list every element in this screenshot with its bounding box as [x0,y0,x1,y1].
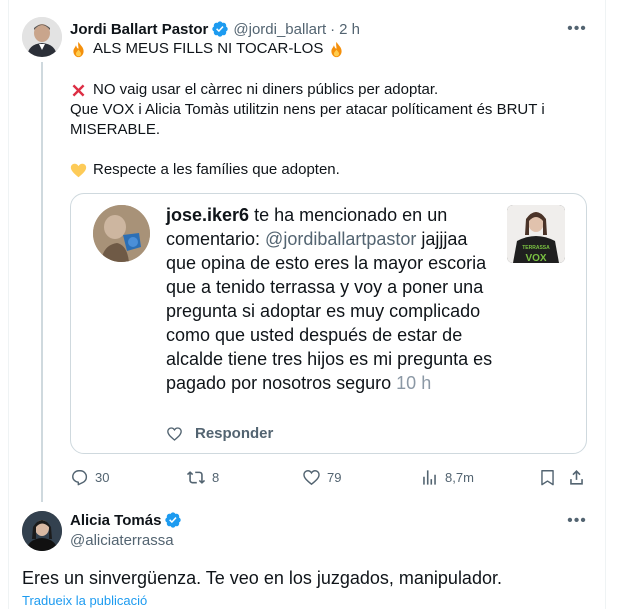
reply-text: Eres un sinvergüenza. Te veo en los juzg… [22,568,502,588]
fire-icon [73,41,84,57]
tweet-text: Que VOX i Alicia Tomàs utilitzin nens pe… [70,101,545,118]
tweet-text: Respecte a les famílies que adopten. [93,161,340,178]
verified-badge-icon [212,21,229,37]
tweet-headline: ALS MEUS FILLS NI TOCAR-LOS [93,40,324,57]
retweet-count: 8 [212,469,220,485]
tweet-line-4: MISERABLE. [70,120,160,140]
reply-avatar[interactable] [22,511,62,551]
verified-badge-icon [165,512,182,528]
views-button[interactable]: 8,7m [420,466,474,488]
quoted-thumbnail[interactable]: TERRASSA VOX [507,205,565,263]
views-count: 8,7m [445,469,474,485]
retweet-icon [186,470,206,484]
retweet-button[interactable]: 8 [186,466,219,488]
reply-count: 30 [95,469,110,485]
tweet-text: NO vaig usar el càrrec ni diners públics… [93,81,439,98]
reply-header: Alicia Tomás [70,511,186,529]
tweet-line-5: Respecte a les famílies que adopten. [70,160,340,180]
quoted-body: jajjjaa que opina de esto eres la mayor … [166,229,493,393]
views-chart-icon [423,469,436,485]
tweet-header: Jordi Ballart Pastor @jordi_ballart · 2 … [70,19,360,39]
respond-label: Responder [195,425,274,442]
reply-author-name[interactable]: Alicia Tomás [70,512,161,529]
author-handle[interactable]: @jordi_ballart [233,21,326,38]
like-count: 79 [327,469,342,485]
more-options-icon[interactable]: ••• [567,19,587,39]
quoted-text: jose.iker6 te ha mencionado en un coment… [166,203,496,395]
share-icon [570,469,583,485]
fire-icon [331,41,342,57]
respond-button[interactable]: Responder [166,425,273,442]
yellow-heart-icon [70,163,87,177]
like-button[interactable]: 79 [302,466,341,488]
more-options-icon[interactable]: ••• [567,511,587,531]
heart-outline-icon [167,426,182,441]
heart-icon [303,469,320,485]
tweet-line-3: Que VOX i Alicia Tomàs utilitzin nens pe… [70,100,545,120]
thumb-text-2: VOX [525,253,546,263]
quoted-card[interactable]: TERRASSA VOX jose.iker6 te ha mencionado… [70,193,587,454]
bookmark-button[interactable] [538,466,563,488]
author-name[interactable]: Jordi Ballart Pastor [70,21,208,38]
avatar[interactable] [22,17,62,57]
share-button[interactable] [567,466,592,488]
quoted-username[interactable]: jose.iker6 [166,205,249,225]
action-bar: 30 8 79 8,7m [70,466,590,488]
cross-mark-icon [72,84,85,96]
quoted-avatar [93,205,150,262]
translate-link[interactable]: Tradueix la publicació [22,593,147,608]
timestamp[interactable]: 2 h [339,21,360,38]
thread-line [41,62,43,502]
bookmark-icon [541,469,554,485]
tweet-text: MISERABLE. [70,121,161,138]
thumb-text: TERRASSA [522,245,550,251]
reply-icon [72,469,88,485]
reply-author-handle[interactable]: @aliciaterrassa [70,532,174,549]
tweet-line-2: NO vaig usar el càrrec ni diners públics… [70,80,438,100]
reply-button[interactable]: 30 [70,466,109,488]
quoted-mention[interactable]: @jordiballartpastor [265,229,416,249]
tweet-line-1: ALS MEUS FILLS NI TOCAR-LOS [70,39,345,59]
separator: · [330,20,336,38]
quoted-time: 10 h [396,373,432,393]
